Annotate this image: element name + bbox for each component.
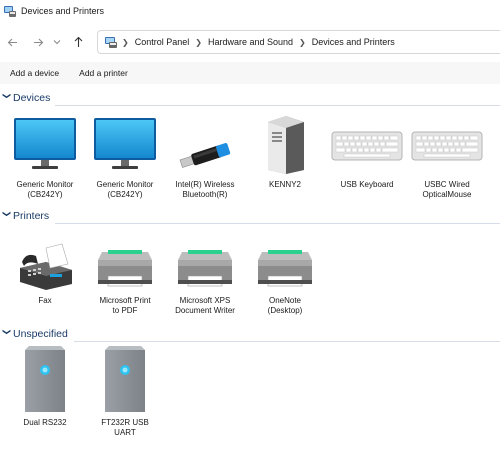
printer-item-microsoft-xps[interactable]: Microsoft XPS Document Writer — [166, 232, 244, 327]
group-header-printers[interactable]: ❯ Printers — [0, 209, 500, 224]
chevron-down-icon: ❯ — [2, 92, 12, 99]
device-label: FT232R USB UART — [101, 418, 149, 437]
keyboard-icon — [331, 131, 403, 161]
device-label: USB Keyboard — [340, 180, 394, 189]
device-label: Generic Monitor (CB242Y) — [96, 180, 154, 199]
forward-button[interactable] — [29, 33, 47, 51]
up-button[interactable] — [69, 33, 87, 51]
printer-icon — [178, 250, 232, 287]
arrow-up-icon — [74, 36, 82, 47]
device-item-intel-bluetooth[interactable]: Intel(R) Wireless Bluetooth(R) — [166, 112, 244, 207]
group-title-unspecified: Unspecified — [13, 328, 68, 340]
device-item-kenny2[interactable]: KENNY2 — [246, 112, 324, 207]
group-title-printers: Printers — [13, 210, 50, 222]
breadcrumb-hardware-and-sound[interactable]: Hardware and Sound — [208, 37, 293, 47]
device-item-ft232r-usb-uart[interactable]: FT232R USB UART — [86, 344, 164, 444]
group-divider — [55, 223, 500, 224]
add-device-button[interactable]: Add a device — [0, 68, 69, 78]
breadcrumb-devices-and-printers[interactable]: Devices and Printers — [312, 37, 395, 47]
devices-printers-icon — [4, 6, 16, 17]
chevron-right-icon: ❯ — [299, 37, 306, 47]
device-item-usbc-mouse[interactable]: USBC Wired OpticalMouse — [408, 112, 486, 207]
breadcrumb-control-panel[interactable]: Control Panel — [135, 37, 190, 47]
printer-item-microsoft-print-to-pdf[interactable]: Microsoft Print to PDF — [86, 232, 164, 327]
command-bar: Add a device Add a printer — [0, 62, 500, 84]
control-panel-icon — [105, 36, 117, 48]
printer-icon — [98, 250, 152, 287]
monitor-icon — [94, 118, 156, 169]
navigation-bar: ❯ Control Panel ❯ Hardware and Sound ❯ D… — [0, 28, 500, 56]
printer-label: Microsoft XPS Document Writer — [175, 296, 235, 315]
printer-label: OneNote (Desktop) — [267, 296, 303, 315]
generic-device-icon — [25, 346, 65, 412]
chevron-right-icon: ❯ — [195, 37, 202, 47]
printer-item-onenote[interactable]: OneNote (Desktop) — [246, 232, 324, 327]
group-header-unspecified[interactable]: ❯ Unspecified — [0, 327, 500, 342]
device-label: KENNY2 — [268, 180, 301, 189]
printer-label: Microsoft Print to PDF — [99, 296, 151, 315]
window-title: Devices and Printers — [21, 6, 105, 16]
group-divider — [74, 341, 500, 342]
monitor-icon — [14, 118, 76, 169]
recent-locations-button[interactable] — [51, 33, 63, 51]
printer-icon — [258, 250, 312, 287]
group-divider — [55, 105, 500, 106]
computer-tower-icon — [268, 116, 304, 174]
chevron-down-icon — [53, 40, 61, 45]
address-bar[interactable]: ❯ Control Panel ❯ Hardware and Sound ❯ D… — [97, 30, 500, 54]
arrow-left-icon — [7, 38, 17, 46]
add-printer-button[interactable]: Add a printer — [69, 68, 138, 78]
printer-item-fax[interactable]: Fax — [6, 232, 84, 327]
group-title-devices: Devices — [13, 92, 51, 104]
chevron-down-icon: ❯ — [2, 328, 12, 335]
fax-icon — [20, 243, 72, 290]
device-item-generic-monitor-2[interactable]: Generic Monitor (CB242Y) — [86, 112, 164, 207]
chevron-right-icon: ❯ — [122, 37, 129, 47]
device-label: Dual RS232 — [23, 418, 67, 427]
device-label: Generic Monitor (CB242Y) — [16, 180, 74, 199]
device-label: Intel(R) Wireless Bluetooth(R) — [175, 180, 235, 199]
back-button[interactable] — [3, 33, 21, 51]
printer-label: Fax — [38, 296, 52, 305]
arrow-right-icon — [33, 38, 43, 46]
generic-device-icon — [105, 346, 145, 412]
device-item-usb-keyboard[interactable]: USB Keyboard — [328, 112, 406, 207]
bluetooth-dongle-icon — [179, 143, 231, 168]
keyboard-icon — [411, 131, 483, 161]
chevron-down-icon: ❯ — [2, 210, 12, 217]
device-label: USBC Wired OpticalMouse — [422, 180, 472, 199]
device-item-dual-rs232[interactable]: Dual RS232 — [6, 344, 84, 444]
title-bar: Devices and Printers — [0, 0, 500, 22]
device-item-generic-monitor-1[interactable]: Generic Monitor (CB242Y) — [6, 112, 84, 207]
group-header-devices[interactable]: ❯ Devices — [0, 91, 500, 106]
